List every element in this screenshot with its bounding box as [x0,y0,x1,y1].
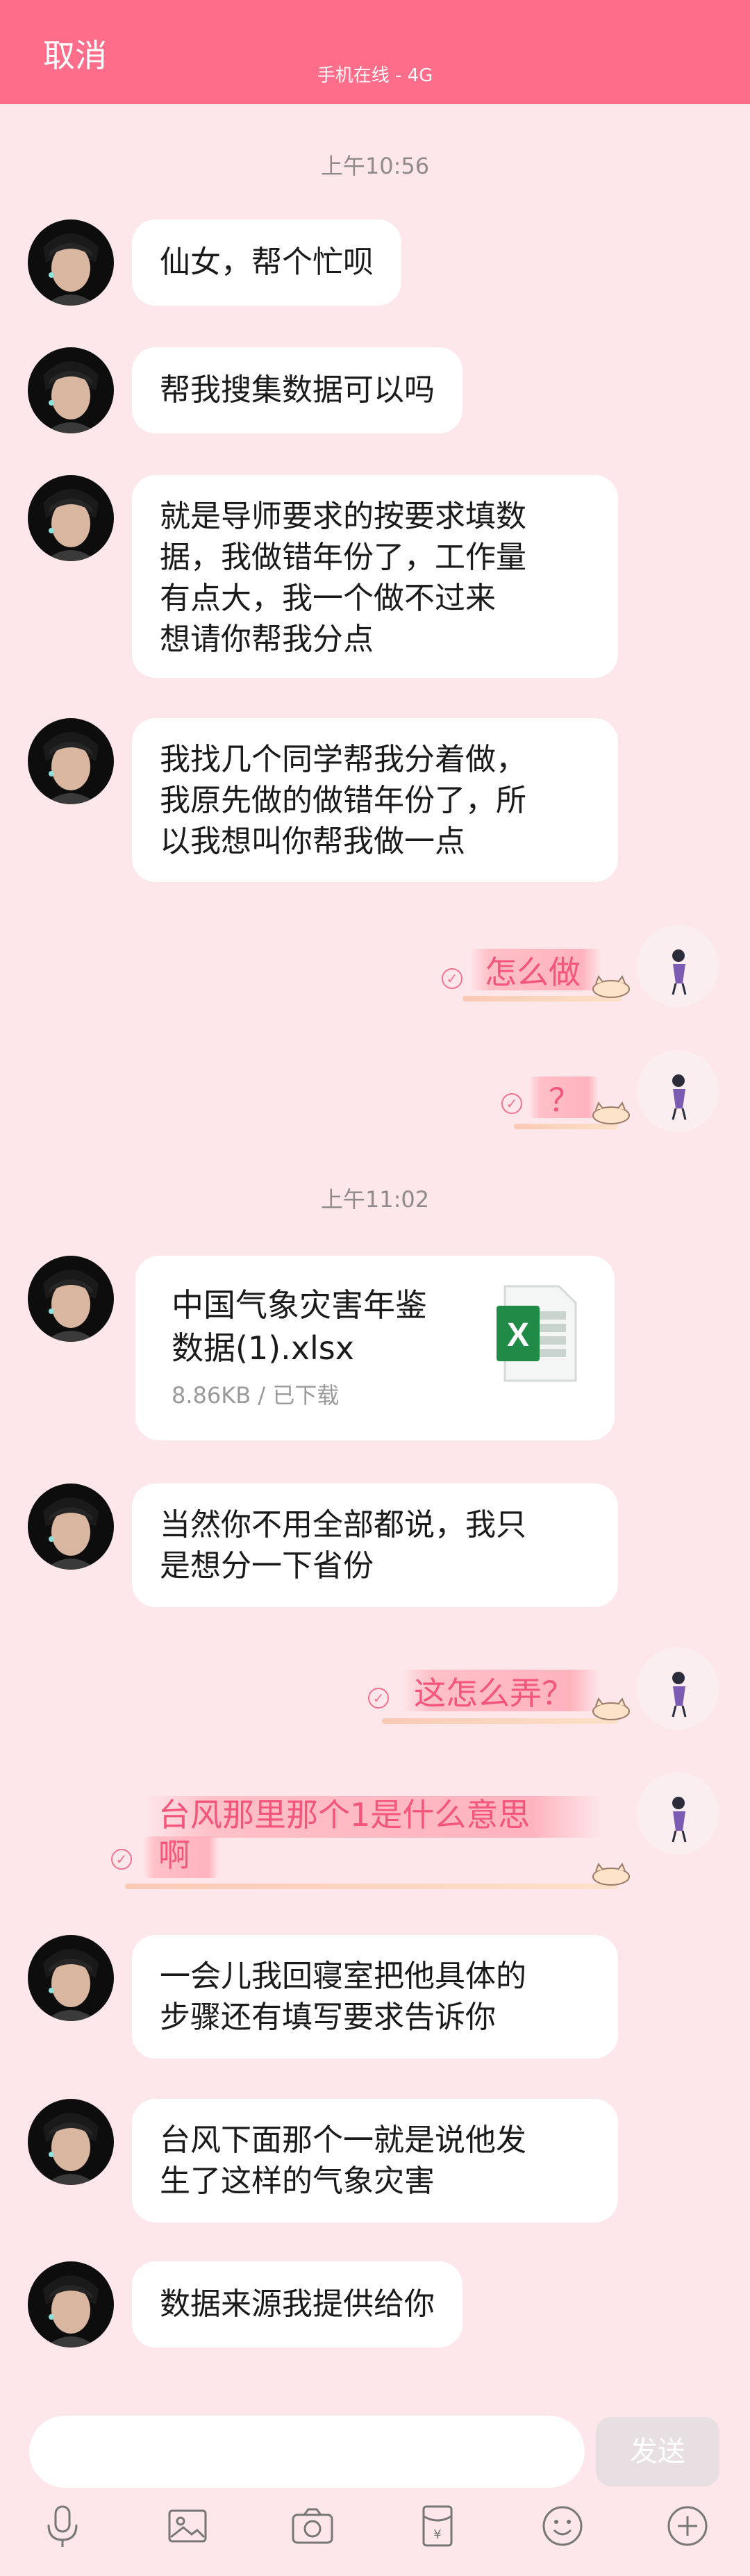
self-avatar[interactable] [637,1647,719,1729]
red-packet-icon[interactable]: ¥ [415,2504,460,2548]
cat-sticker-icon [592,1101,630,1124]
timestamp: 上午11:02 [320,1186,430,1213]
self-message-text[interactable]: ？ [549,1075,581,1121]
svg-text:¥: ¥ [433,2527,441,2542]
avatar[interactable] [28,219,114,306]
message-bubble[interactable]: 我找几个同学帮我分着做， 我原先做的做错年份了，所 以我想叫你帮我做一点 [132,718,618,882]
avatar[interactable] [28,2261,114,2348]
excel-icon: X [497,1285,577,1382]
top-bar: 取消 手机在线 - 4G [0,0,750,104]
message-bubble[interactable]: 帮我搜集数据可以吗 [132,347,462,433]
avatar[interactable] [28,1484,114,1570]
cat-sticker-icon [592,1697,630,1720]
message-input[interactable] [29,2416,585,2488]
self-avatar[interactable] [637,1050,719,1132]
message-bubble[interactable]: 数据来源我提供给你 [132,2261,462,2348]
avatar[interactable] [28,718,114,804]
bubble-ribbon [382,1718,618,1724]
timestamp: 上午10:56 [320,153,430,179]
read-check-icon: ✓ [111,1849,132,1870]
svg-text:X: X [507,1317,529,1354]
avatar[interactable] [28,2099,114,2185]
send-button[interactable]: 发送 [596,2417,719,2486]
avatar[interactable] [28,475,114,561]
image-icon[interactable] [165,2504,210,2548]
file-name: 中国气象灾害年鉴 数据(1).xlsx [172,1286,427,1367]
file-card[interactable]: 中国气象灾害年鉴 数据(1).xlsx 8.86KB / 已下载 X [135,1256,615,1440]
emoji-icon[interactable] [540,2504,585,2548]
message-bubble[interactable]: 一会儿我回寝室把他具体的 步骤还有填写要求告诉你 [132,1935,618,2059]
avatar[interactable] [28,1935,114,2021]
online-status: 手机在线 - 4G [317,65,433,86]
message-bubble[interactable]: 就是导师要求的按要求填数 据，我做错年份了，工作量 有点大，我一个做不过来 想请… [132,475,618,678]
cat-sticker-icon [592,1862,630,1886]
read-check-icon: ✓ [442,968,462,989]
bubble-ribbon [125,1884,618,1889]
self-avatar[interactable] [637,925,719,1007]
read-check-icon: ✓ [501,1093,522,1114]
self-avatar[interactable] [637,1772,719,1854]
file-meta: 8.86KB / 已下载 [172,1382,340,1409]
message-bubble[interactable]: 当然你不用全部都说，我只 是想分一下省份 [132,1484,618,1607]
self-message-text[interactable]: 台风那里那个1是什么意思 啊 [158,1795,530,1875]
plus-icon[interactable] [665,2504,710,2548]
avatar[interactable] [28,1256,114,1342]
avatar[interactable] [28,347,114,433]
message-bubble[interactable]: 台风下面那个一就是说他发 生了这样的气象灾害 [132,2099,618,2222]
self-message-text[interactable]: 怎么做 [485,947,581,993]
camera-icon[interactable] [290,2504,335,2548]
microphone-icon[interactable] [40,2504,85,2548]
read-check-icon: ✓ [368,1688,389,1709]
cat-sticker-icon [592,974,630,998]
self-message-text[interactable]: 这怎么弄？ [414,1668,574,1714]
message-bubble[interactable]: 仙女，帮个忙呗 [132,219,401,306]
